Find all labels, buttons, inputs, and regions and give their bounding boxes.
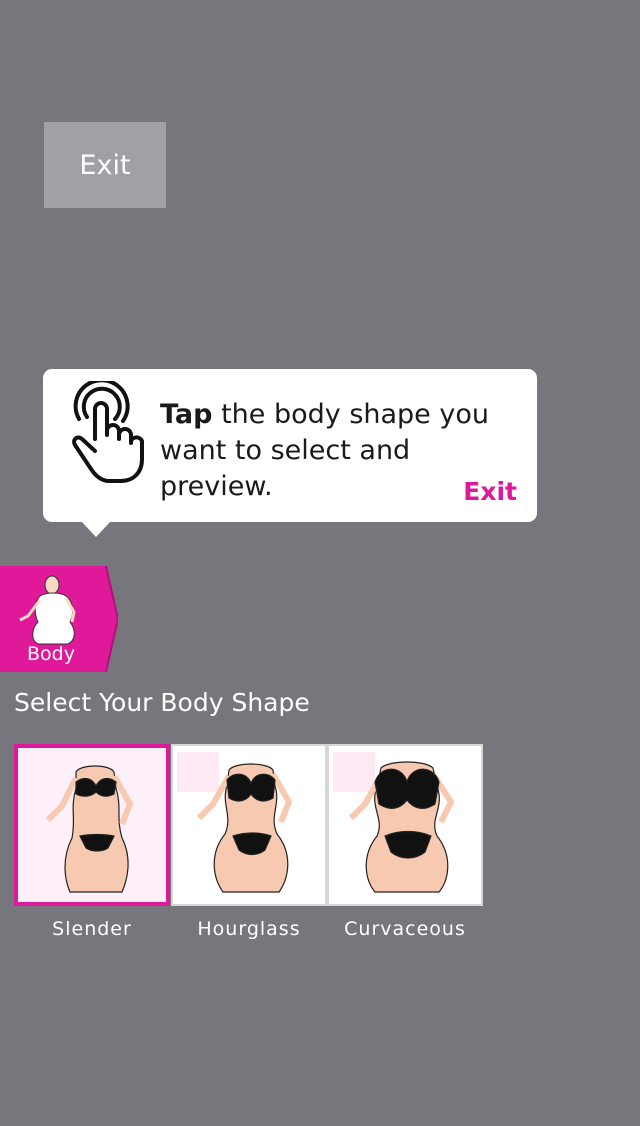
shape-thumbnail	[14, 744, 170, 906]
shape-option-hourglass[interactable]: Hourglass	[171, 744, 327, 940]
body-figure-icon	[19, 575, 76, 645]
shape-thumbnail	[327, 744, 483, 906]
body-tab[interactable]: Body	[0, 566, 118, 672]
tap-hand-icon	[72, 381, 144, 483]
curvaceous-body-image	[348, 761, 455, 893]
shape-thumbnail	[171, 744, 327, 906]
tooltip-exit-link[interactable]: Exit	[463, 477, 517, 506]
shape-option-curvaceous[interactable]: Curvaceous	[327, 744, 483, 940]
exit-button[interactable]: Exit	[44, 122, 166, 208]
section-title: Select Your Body Shape	[14, 688, 310, 717]
shape-label: Curvaceous	[344, 918, 466, 940]
shape-label: Hourglass	[197, 918, 301, 940]
slender-body-image	[45, 765, 134, 893]
tutorial-tooltip: Tap the body shape you want to select an…	[43, 369, 537, 522]
body-tab-label: Body	[27, 643, 75, 665]
tooltip-bold-text: Tap	[160, 399, 213, 430]
hourglass-body-image	[196, 763, 293, 893]
shape-option-slender[interactable]: Slender	[14, 744, 170, 940]
shape-label: Slender	[52, 918, 132, 940]
tooltip-pointer	[81, 521, 111, 537]
